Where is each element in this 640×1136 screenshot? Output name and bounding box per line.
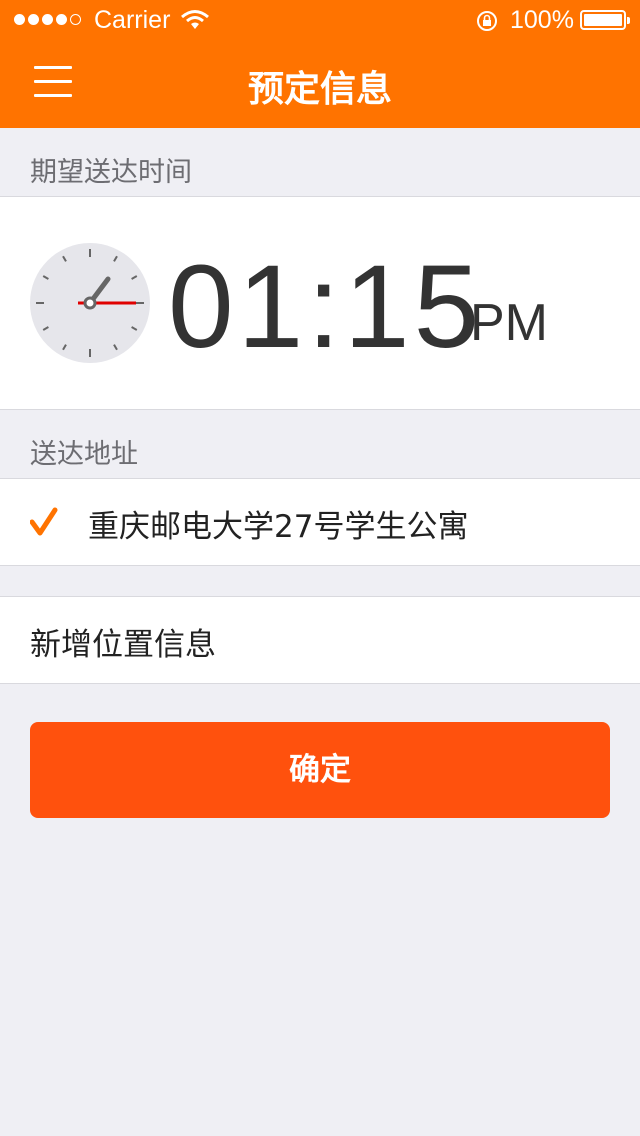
address-item-selected[interactable]: 重庆邮电大学27号学生公寓 <box>0 478 640 566</box>
signal-strength-icon <box>14 14 81 25</box>
rotation-lock-icon <box>477 11 497 31</box>
clock-icon <box>30 243 150 363</box>
add-location-item[interactable]: 新增位置信息 <box>0 596 640 684</box>
status-bar: Carrier 100% <box>0 0 640 40</box>
navigation-bar: 预定信息 <box>0 40 640 128</box>
add-location-label: 新增位置信息 <box>30 627 216 663</box>
delivery-address-section-label: 送达地址 <box>30 439 138 470</box>
delivery-time-period: PM <box>470 294 548 352</box>
wifi-icon <box>181 10 209 29</box>
carrier-name: Carrier <box>94 6 171 34</box>
checkmark-icon <box>30 507 58 536</box>
battery-icon <box>580 10 630 30</box>
top-bar: Carrier 100% 预定信息 <box>0 0 640 128</box>
delivery-time-section-label: 期望送达时间 <box>30 157 192 188</box>
delivery-time-value: 01:15 <box>168 241 484 373</box>
battery-percentage: 100% <box>510 6 574 34</box>
confirm-button[interactable]: 确定 <box>30 722 610 818</box>
delivery-time-picker[interactable]: 01:15 PM <box>0 196 640 410</box>
address-label: 重庆邮电大学27号学生公寓 <box>88 509 469 545</box>
page-title: 预定信息 <box>247 69 392 110</box>
